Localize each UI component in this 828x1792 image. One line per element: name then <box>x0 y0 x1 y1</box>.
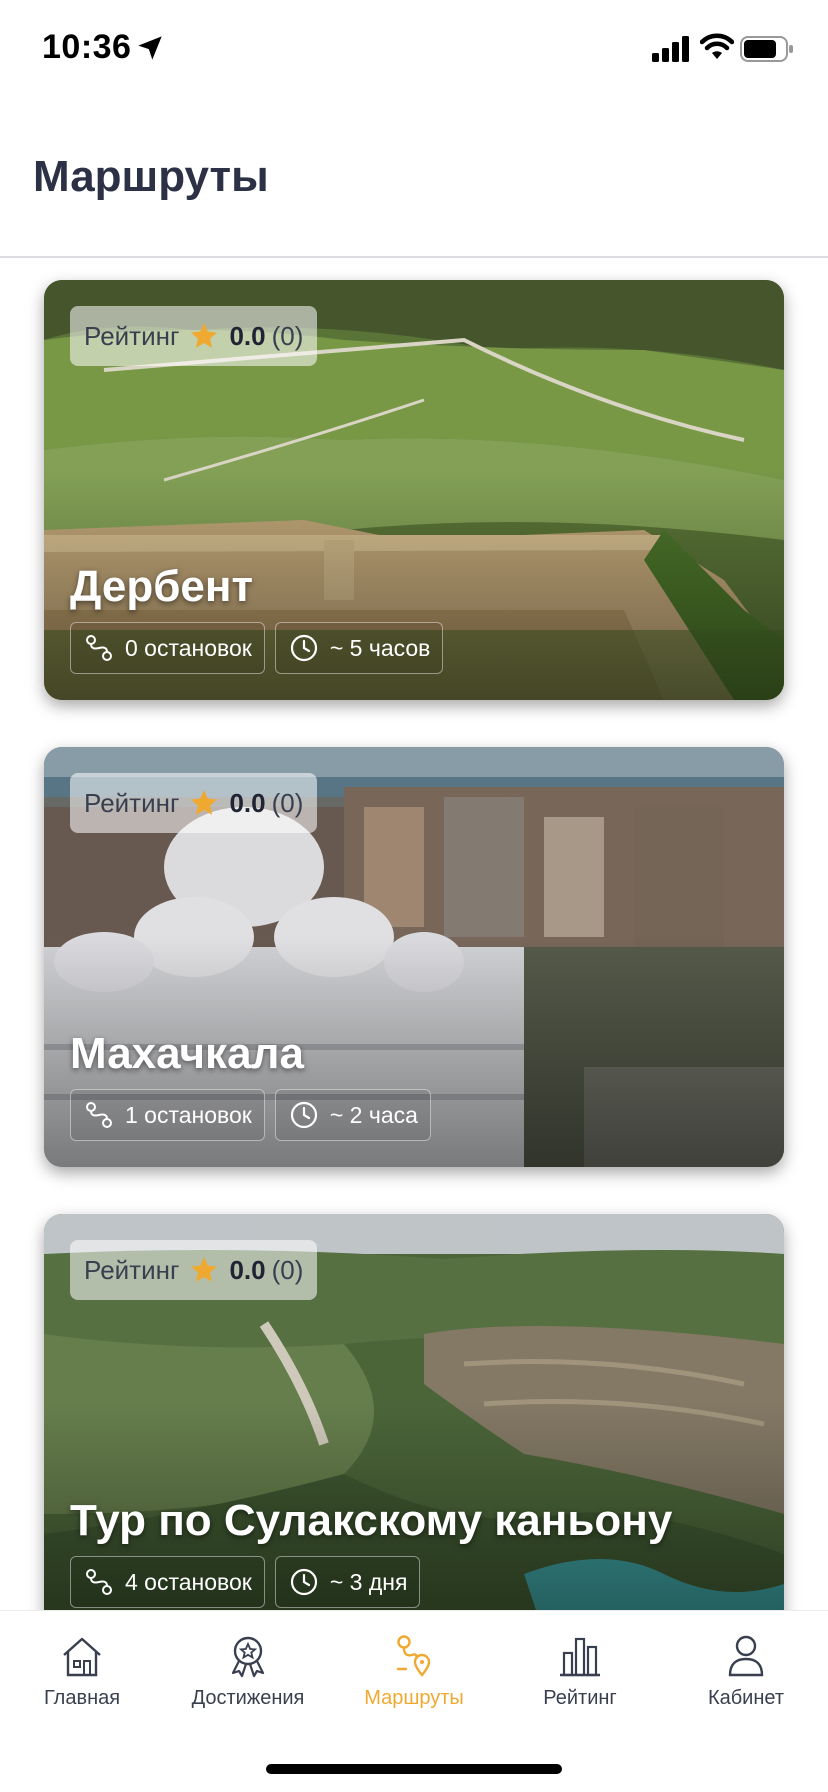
rating-label: Рейтинг <box>84 1254 180 1285</box>
location-arrow-icon <box>138 36 162 60</box>
tab-routes[interactable]: Маршруты <box>344 1633 484 1723</box>
rating-value: 0.0 <box>229 787 266 818</box>
status-bar: 10:36 <box>0 0 828 100</box>
route-card-sulak-canyon[interactable]: Рейтинг 0.0 (0) Тур по Сулакскому каньон… <box>44 1214 784 1610</box>
duration-chip: ~ 5 часов <box>274 622 444 674</box>
stops-count: 1 остановок <box>125 1101 252 1128</box>
route-title: Тур по Сулакскому каньону <box>70 1496 673 1545</box>
duration: ~ 5 часов <box>329 634 431 661</box>
wifi-icon <box>700 33 734 59</box>
rating-badge: Рейтинг 0.0 (0) <box>70 306 318 366</box>
home-icon <box>63 1637 101 1677</box>
home-indicator[interactable] <box>266 1764 562 1774</box>
duration: ~ 3 дня <box>329 1568 408 1595</box>
stops-chip: 4 остановок <box>70 1556 265 1608</box>
star-icon <box>191 789 218 815</box>
rating-count: (0) <box>271 320 304 351</box>
routes-icon <box>396 1635 431 1677</box>
route-path-icon <box>86 635 112 661</box>
stops-chip: 1 остановок <box>70 1089 265 1141</box>
route-title: Дербент <box>70 562 254 611</box>
rating-value: 0.0 <box>229 1254 266 1285</box>
clock-icon <box>290 634 317 662</box>
rating-label: Рейтинг <box>84 787 180 818</box>
stops-count: 4 остановок <box>125 1568 252 1595</box>
clock-icon <box>290 1101 317 1129</box>
rating-count: (0) <box>271 787 304 818</box>
stops-chip: 0 остановок <box>70 622 265 674</box>
tab-home[interactable]: Главная <box>12 1633 152 1723</box>
profile-icon <box>728 1635 764 1677</box>
tab-rating[interactable]: Рейтинг <box>510 1633 650 1723</box>
route-meta: 0 остановок ~ 5 часов <box>70 622 444 674</box>
star-icon <box>191 1256 218 1282</box>
status-time: 10:36 <box>42 28 132 66</box>
route-card-derbent[interactable]: Рейтинг 0.0 (0) Дербент 0 остановок ~ 5 … <box>44 280 784 700</box>
rating-chart-icon <box>560 1637 600 1677</box>
tab-label: Достижения <box>191 1687 305 1709</box>
rating-badge: Рейтинг 0.0 (0) <box>70 773 318 833</box>
battery-icon <box>740 36 793 62</box>
route-card-makhachkala[interactable]: Рейтинг 0.0 (0) Махачкала 1 остановок ~ … <box>44 747 784 1167</box>
stops-count: 0 остановок <box>125 634 252 661</box>
route-title: Махачкала <box>70 1029 304 1078</box>
star-icon <box>191 322 218 348</box>
tab-achievements[interactable]: Достижения <box>178 1633 318 1723</box>
tab-cabinet[interactable]: Кабинет <box>676 1633 816 1723</box>
achievements-icon <box>231 1636 265 1678</box>
clock-icon <box>290 1568 317 1596</box>
rating-count: (0) <box>271 1254 304 1285</box>
rating-badge: Рейтинг 0.0 (0) <box>70 1240 318 1300</box>
rating-value: 0.0 <box>229 320 266 351</box>
duration-chip: ~ 2 часа <box>274 1089 431 1141</box>
tab-label: Рейтинг <box>543 1687 617 1709</box>
route-path-icon <box>86 1569 112 1595</box>
route-meta: 1 остановок ~ 2 часа <box>70 1089 431 1141</box>
tab-label: Главная <box>43 1687 121 1709</box>
routes-list[interactable]: Рейтинг 0.0 (0) Дербент 0 остановок ~ 5 … <box>0 258 828 1610</box>
route-path-icon <box>86 1102 112 1128</box>
tab-label: Кабинет <box>707 1687 785 1709</box>
page-title: Маршруты <box>33 152 269 201</box>
duration: ~ 2 часа <box>329 1101 418 1128</box>
route-meta: 4 остановок ~ 3 дня <box>70 1556 421 1608</box>
tab-label: Маршруты <box>364 1687 464 1709</box>
duration-chip: ~ 3 дня <box>274 1556 421 1608</box>
cellular-signal-icon <box>652 36 689 62</box>
rating-label: Рейтинг <box>84 320 180 351</box>
